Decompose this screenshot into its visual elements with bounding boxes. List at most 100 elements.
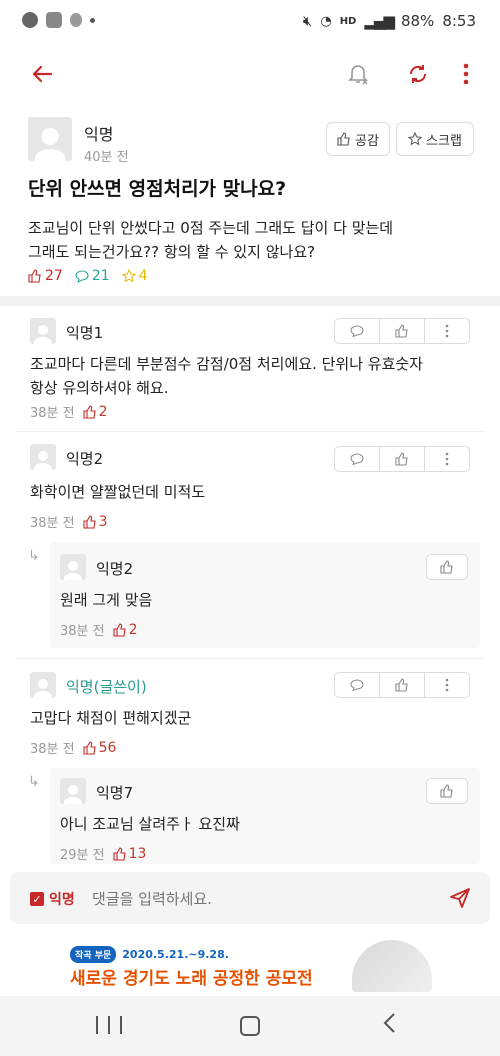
section-divider [0, 296, 500, 306]
thumbs-up-icon [395, 678, 408, 692]
post-comment-count: 21 [91, 268, 110, 284]
post-like-stat: 27 [28, 268, 63, 284]
speech-bubble-icon [75, 270, 89, 283]
comment-input[interactable] [90, 885, 424, 913]
app-bar [0, 46, 500, 102]
speech-bubble-icon [350, 453, 364, 465]
thumbs-up-icon [28, 269, 41, 283]
thumbs-up-icon [395, 452, 408, 466]
thumbs-up-icon [113, 622, 126, 637]
comment-more-button[interactable] [425, 319, 469, 343]
comment-like-count: 2 [98, 403, 108, 420]
comment-author-writer: 익명(글쓴이) [66, 678, 147, 696]
system-nav-bar [0, 996, 500, 1056]
reply-like-stat: 13 [113, 845, 147, 862]
comment-like-stat: 56 [83, 740, 116, 756]
comment-input-bar: ✓ 익명 [10, 872, 490, 924]
bell-off-icon [348, 65, 368, 85]
comment-like-button[interactable] [380, 447, 425, 471]
reply-body: 아니 조교님 살려주ㅏ 요진짜 [60, 815, 240, 833]
reply-button[interactable] [335, 673, 380, 697]
scrap-button[interactable]: 스크랩 [396, 122, 474, 156]
comment-divider [16, 658, 484, 659]
comment-author: 익명1 [66, 324, 104, 342]
comment-like-button[interactable] [380, 319, 425, 343]
thumbs-up-icon [83, 514, 96, 529]
like-button-label: 공감 [355, 133, 379, 149]
post-time: 40분 전 [84, 150, 129, 165]
recent-apps-icon-bar [120, 1016, 122, 1034]
send-button[interactable] [448, 886, 472, 910]
reply-time: 29분 전 [60, 848, 105, 863]
comment-actions [334, 318, 470, 344]
anonymous-checkbox[interactable]: ✓ 익명 [30, 889, 75, 909]
post-comment-stat: 21 [75, 268, 110, 284]
avatar [60, 554, 86, 580]
comment-time: 38분 전 [30, 516, 75, 531]
comment-more-button[interactable] [425, 673, 469, 697]
more-vertical-icon [445, 678, 449, 692]
reply-time: 38분 전 [60, 624, 105, 639]
notification-off-button[interactable] [342, 58, 374, 90]
recent-apps-button[interactable] [96, 1016, 122, 1036]
reply-like-count: 13 [128, 845, 147, 862]
notification-icon [70, 13, 82, 27]
comment-body: 화학이면 얄짤없던데 미적도 [30, 483, 206, 501]
comment-like-stat: 3 [83, 514, 108, 530]
banner-illustration [352, 940, 432, 992]
thumbs-up-icon [83, 404, 96, 419]
comment-meta: 38분 전 2 [30, 402, 108, 422]
recent-apps-icon [96, 1016, 98, 1034]
more-notifications-icon [90, 17, 95, 23]
post-body-line: 조교님이 단위 안썼다고 0점 주는데 그래도 답이 다 맞는데 [28, 219, 394, 237]
mute-icon: 🔇︎ [302, 12, 313, 30]
avatar [28, 117, 72, 161]
chevron-left-icon [383, 1013, 395, 1033]
post-title: 단위 안쓰면 영점처리가 맞나요? [28, 178, 287, 200]
system-back-button[interactable] [382, 1012, 402, 1038]
status-left-icons [22, 12, 95, 28]
post-scrap-stat: 4 [121, 268, 148, 284]
comment-more-button[interactable] [425, 447, 469, 471]
ad-banner[interactable]: 작곡 부문 2020.5.21.~9.28. 새로운 경기도 노래 공정한 공모… [0, 934, 500, 996]
avatar [60, 778, 86, 804]
reply-author: 익명2 [96, 560, 134, 578]
talk-icon [22, 12, 38, 28]
clock: 8:53 [442, 12, 476, 30]
thumbs-up-icon [440, 560, 453, 574]
comment-like-stat: 2 [83, 404, 108, 420]
reply-like-button[interactable] [426, 554, 468, 580]
reply-button[interactable] [335, 319, 380, 343]
status-right: 🔇︎ ◔ HD ▂▄▆ 88% 8:53 [303, 12, 476, 30]
recent-apps-icon-bar [108, 1016, 110, 1034]
reply-like-stat: 2 [113, 622, 138, 638]
reply-arrow-icon: ↳ [28, 774, 40, 790]
comment-meta: 38분 전 3 [30, 512, 108, 532]
like-button[interactable]: 공감 [326, 122, 390, 156]
refresh-icon [409, 65, 427, 83]
more-vertical-icon [445, 452, 449, 466]
comment-time: 38분 전 [30, 406, 75, 421]
post-like-count: 27 [45, 268, 63, 284]
reply-like-button[interactable] [426, 778, 468, 804]
comment-divider [16, 431, 484, 432]
avatar [30, 672, 56, 698]
reply: 익명7 아니 조교님 살려주ㅏ 요진짜 29분 전 13 [50, 768, 480, 864]
reply-button[interactable] [335, 447, 380, 471]
thumbs-up-icon [337, 132, 350, 146]
refresh-button[interactable] [402, 58, 434, 90]
comment-body-line: 항상 유의하셔야 해요. [30, 379, 169, 397]
comment-time: 38분 전 [30, 742, 75, 757]
home-icon [240, 1016, 260, 1036]
app-icon [46, 12, 62, 28]
comment-actions [334, 446, 470, 472]
hd-label: HD [339, 15, 357, 27]
avatar [30, 318, 56, 344]
comment-like-button[interactable] [380, 673, 425, 697]
banner-headline: 새로운 경기도 노래 공정한 공모전 [70, 969, 313, 989]
back-button[interactable] [26, 58, 58, 90]
reply: 익명2 원래 그게 맞음 38분 전 2 [50, 542, 480, 648]
more-menu-button[interactable] [450, 58, 482, 90]
thumbs-up-icon [83, 740, 96, 755]
home-button[interactable] [240, 1016, 260, 1036]
